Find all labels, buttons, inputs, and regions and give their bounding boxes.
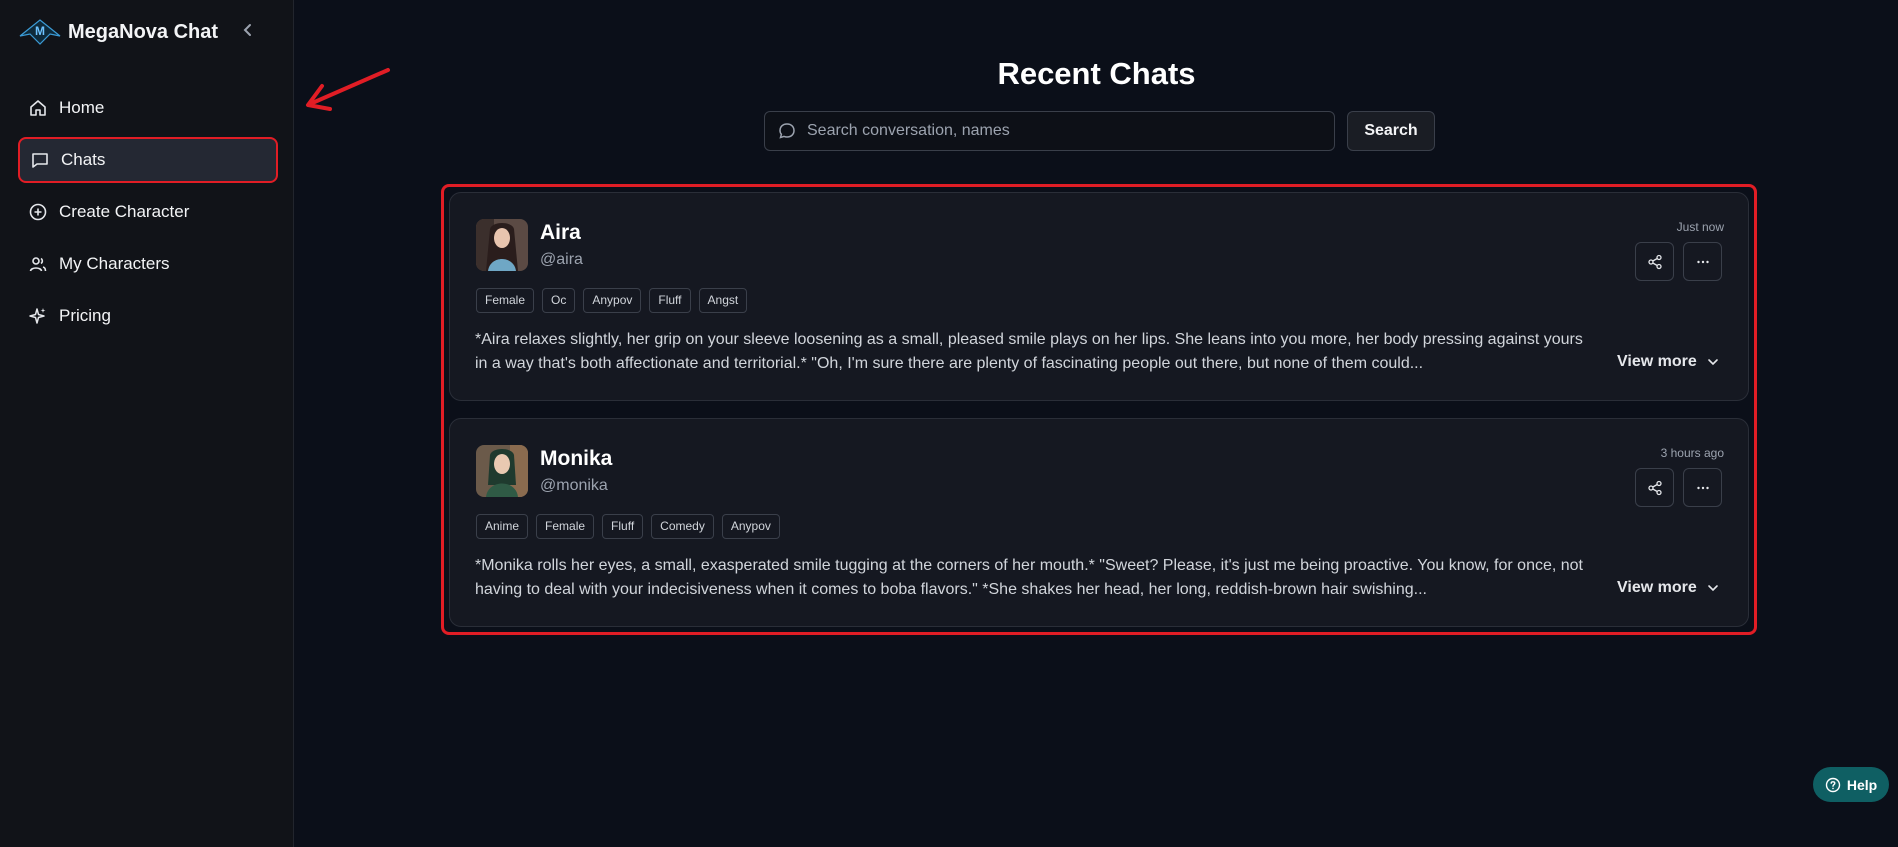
tag-list: Female Oc Anypov Fluff Angst — [476, 288, 748, 313]
character-name: Aira — [540, 221, 581, 244]
svg-text:M: M — [35, 24, 45, 38]
character-name: Monika — [540, 447, 613, 470]
timestamp: 3 hours ago — [1660, 446, 1724, 460]
view-more-button[interactable]: View more — [1617, 353, 1721, 371]
tag[interactable]: Oc — [542, 288, 576, 313]
sidebar-item-chats[interactable]: Chats — [18, 137, 278, 183]
chevron-down-icon — [1707, 585, 1718, 592]
tag[interactable]: Angst — [698, 288, 748, 313]
view-more-label: View more — [1617, 579, 1697, 596]
tag[interactable]: Fluff — [602, 514, 644, 539]
share-icon — [1647, 254, 1662, 269]
users-icon — [29, 257, 47, 272]
help-label: Help — [1846, 776, 1878, 793]
sidebar-item-label: My Characters — [59, 254, 170, 273]
sidebar: M MegaNova Chat Home Chats Create Charac… — [0, 0, 294, 847]
sidebar-item-label: Pricing — [59, 306, 111, 325]
sidebar-item-label: Home — [59, 98, 105, 117]
more-options-button[interactable] — [1683, 242, 1722, 281]
more-options-button[interactable] — [1683, 468, 1722, 507]
help-button[interactable]: Help — [1813, 767, 1889, 802]
sidebar-item-label: Chats — [61, 150, 106, 169]
chat-bubble-icon — [779, 123, 795, 139]
chevron-left-icon[interactable] — [238, 20, 258, 40]
ellipsis-icon — [1696, 260, 1709, 263]
sidebar-item-pricing[interactable]: Pricing — [18, 293, 278, 339]
chat-card[interactable]: Aira @aira Just now Female Oc Anypov Flu… — [449, 192, 1749, 401]
view-more-button[interactable]: View more — [1617, 579, 1721, 597]
share-icon — [1647, 480, 1662, 495]
sidebar-item-home[interactable]: Home — [18, 85, 278, 131]
tag-list: Anime Female Fluff Comedy Anypov — [476, 514, 780, 539]
chevron-down-icon — [1707, 359, 1718, 366]
brand-name: MegaNova Chat — [68, 20, 219, 43]
tag[interactable]: Anime — [476, 514, 529, 539]
share-button[interactable] — [1635, 242, 1674, 281]
tag[interactable]: Female — [536, 514, 595, 539]
sidebar-item-create-character[interactable]: Create Character — [18, 189, 278, 235]
avatar[interactable] — [476, 219, 528, 271]
avatar[interactable] — [476, 445, 528, 497]
search-field[interactable] — [764, 111, 1335, 151]
chat-card[interactable]: Monika @monika 3 hours ago Anime Female … — [449, 418, 1749, 627]
meganova-logo-icon: M — [19, 19, 61, 45]
sidebar-item-label: Create Character — [59, 202, 190, 221]
tag[interactable]: Female — [476, 288, 535, 313]
search-button[interactable]: Search — [1347, 111, 1435, 151]
view-more-label: View more — [1617, 353, 1697, 370]
page-title: Recent Chats — [997, 56, 1196, 91]
share-button[interactable] — [1635, 468, 1674, 507]
ellipsis-icon — [1696, 486, 1709, 489]
question-circle-icon — [1825, 777, 1841, 792]
plus-circle-icon — [29, 203, 47, 221]
chat-list: Aira @aira Just now Female Oc Anypov Flu… — [441, 184, 1757, 635]
character-handle: @monika — [540, 477, 608, 494]
main-content: Recent Chats Search Aira @aira Just now — [295, 0, 1898, 847]
brand[interactable]: M MegaNova Chat — [18, 14, 218, 50]
last-message: *Aira relaxes slightly, her grip on your… — [475, 331, 1583, 372]
last-message: *Monika rolls her eyes, a small, exasper… — [475, 557, 1583, 598]
sidebar-nav: Home Chats Create Character My Character… — [18, 85, 278, 345]
tag[interactable]: Anypov — [583, 288, 642, 313]
sidebar-item-my-characters[interactable]: My Characters — [18, 241, 278, 287]
chat-icon — [32, 153, 48, 168]
sparkles-icon — [29, 308, 46, 324]
tag[interactable]: Fluff — [649, 288, 691, 313]
tag[interactable]: Anypov — [721, 514, 780, 539]
home-icon — [30, 100, 46, 116]
search-input[interactable] — [805, 121, 1309, 141]
timestamp: Just now — [1676, 220, 1724, 234]
character-handle: @aira — [540, 251, 583, 268]
tag[interactable]: Comedy — [651, 514, 714, 539]
